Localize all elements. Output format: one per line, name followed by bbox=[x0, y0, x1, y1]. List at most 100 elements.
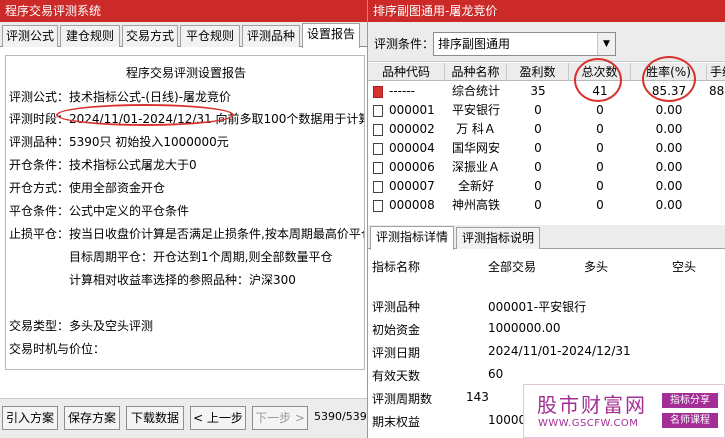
col-header-profit[interactable]: 盈利数 bbox=[507, 63, 569, 81]
cell-profit: 0 bbox=[534, 122, 542, 136]
watermark-url: WWW.GSCFW.COM bbox=[538, 418, 639, 429]
tab-formula[interactable]: 评测公式 bbox=[2, 25, 58, 47]
report-line-trade-type: 交易类型：多头及空头评测 bbox=[9, 319, 154, 333]
cell-profit: 0 bbox=[534, 141, 542, 155]
cell-code: 000002 bbox=[389, 122, 435, 136]
detail-header-name: 指标名称 bbox=[372, 260, 421, 274]
report-line-stop-loss: 止损平仓：按当日收盘价计算是否满足止损条件,按本周期最高价平仓 bbox=[9, 227, 365, 241]
detail-header-all: 全部交易 bbox=[488, 260, 537, 274]
document-icon bbox=[373, 124, 383, 136]
cell-name: 神州高铁 bbox=[451, 198, 500, 212]
settings-report-panel: 程序交易评测设置报告 评测公式：技术指标公式-(日线)-屠龙竞价 评测时段：20… bbox=[5, 55, 365, 370]
cell-name: 深振业Ａ bbox=[451, 160, 500, 174]
cell-profit: 0 bbox=[534, 160, 542, 174]
left-window-titlebar: 程序交易评测系统 bbox=[0, 0, 367, 22]
col-header-winrate[interactable]: 胜率(%) bbox=[631, 63, 707, 81]
cell-profit: 0 bbox=[534, 198, 542, 212]
condition-label: 评测条件： bbox=[374, 37, 435, 51]
detail-header-short: 空头 bbox=[672, 260, 697, 274]
next-step-button[interactable]: 下一步 > bbox=[252, 406, 308, 430]
report-line-period: 评测时段：2024/11/01-2024/12/31 向前多取100个数据用于计… bbox=[9, 112, 365, 126]
report-line-benchmark: 计算相对收益率选择的参照品种：沪深300 bbox=[69, 273, 296, 287]
detail-metric-name: 有效天数 bbox=[372, 369, 421, 383]
watermark-brand: 股市财富网 bbox=[537, 393, 647, 417]
detail-metric-name: 评测日期 bbox=[372, 346, 421, 360]
detail-metric-value: 143 bbox=[466, 390, 489, 404]
report-line-open-mode: 开仓方式：使用全部资金开仓 bbox=[9, 181, 166, 195]
document-icon bbox=[373, 143, 383, 155]
cell-total: 0 bbox=[596, 122, 604, 136]
cell-extra bbox=[707, 139, 725, 158]
cell-code: 000001 bbox=[389, 103, 435, 117]
watermark-tag-share: 指标分享 bbox=[662, 393, 718, 408]
right-window-titlebar: 排序副图通用-屠龙竞价 bbox=[368, 0, 725, 22]
col-header-code[interactable]: 品种代码 bbox=[368, 63, 445, 81]
document-icon bbox=[373, 200, 383, 212]
cell-extra bbox=[707, 120, 725, 139]
cell-total: 41 bbox=[592, 84, 608, 98]
report-line-open-condition: 开仓条件：技术指标公式屠龙大于0 bbox=[9, 158, 197, 172]
cell-name: 全新好 bbox=[457, 179, 494, 193]
tab-instruments[interactable]: 评测品种 bbox=[242, 25, 300, 47]
cell-rate: 0.00 bbox=[655, 198, 683, 212]
cell-profit: 35 bbox=[530, 84, 546, 98]
col-header-name[interactable]: 品种名称 bbox=[445, 63, 507, 81]
results-table-header: 品种代码 品种名称 盈利数 总次数 胜率(%) 手续 bbox=[368, 63, 725, 81]
cell-extra bbox=[707, 158, 725, 177]
settings-tabbar: 评测公式 建仓规则 交易方式 平仓规则 评测品种 设置报告 bbox=[0, 22, 367, 48]
cell-rate: 0.00 bbox=[655, 179, 683, 193]
download-data-button[interactable]: 下载数据 bbox=[126, 406, 184, 430]
prev-step-button[interactable]: < 上一步 bbox=[190, 406, 246, 430]
table-row[interactable]: ------ 综合统计 35 41 85.37 88 bbox=[368, 82, 725, 101]
cell-name: 国华网安 bbox=[451, 141, 500, 155]
cell-extra bbox=[707, 196, 725, 215]
col-header-fee[interactable]: 手续 bbox=[707, 63, 725, 81]
ranking-results-window: 排序副图通用-屠龙竞价 评测条件： 排序副图通用 ▼ 品种代码 品种名称 盈利数… bbox=[368, 0, 725, 438]
document-icon bbox=[373, 162, 383, 174]
tab-settings-report[interactable]: 设置报告 bbox=[302, 23, 360, 48]
condition-row: 评测条件： 排序副图通用 ▼ bbox=[368, 22, 725, 62]
document-icon bbox=[373, 105, 383, 117]
chevron-down-icon[interactable]: ▼ bbox=[597, 33, 615, 55]
cell-rate: 0.00 bbox=[655, 160, 683, 174]
cell-code: 000008 bbox=[389, 198, 435, 212]
detail-metric-value: 000001-平安银行 bbox=[488, 300, 587, 314]
results-table: 品种代码 品种名称 盈利数 总次数 胜率(%) 手续 ------ 综合统计 35 4… bbox=[368, 63, 725, 220]
cell-profit: 0 bbox=[534, 103, 542, 117]
detail-metric-value: 1000000.00 bbox=[488, 321, 561, 335]
cell-name: 万 科Ａ bbox=[456, 122, 496, 136]
detail-metric-value: 2024/11/01-2024/12/31 bbox=[488, 344, 631, 358]
detail-metric-value: 10000 bbox=[488, 413, 527, 427]
table-row[interactable]: 000004 国华网安 0 0 0.00 bbox=[368, 139, 725, 158]
detail-tabbar: 评测指标详情 评测指标说明 bbox=[368, 225, 725, 250]
cell-extra bbox=[707, 177, 725, 196]
cell-total: 0 bbox=[596, 179, 604, 193]
tab-metric-details[interactable]: 评测指标详情 bbox=[370, 226, 454, 250]
tab-close-rules[interactable]: 平仓规则 bbox=[180, 25, 240, 47]
cell-code: 000006 bbox=[389, 160, 435, 174]
table-row[interactable]: 000007 全新好 0 0 0.00 bbox=[368, 177, 725, 196]
save-plan-button[interactable]: 保存方案 bbox=[64, 406, 120, 430]
table-row[interactable]: 000001 平安银行 0 0 0.00 bbox=[368, 101, 725, 120]
col-header-total[interactable]: 总次数 bbox=[569, 63, 631, 81]
cell-total: 0 bbox=[596, 160, 604, 174]
tab-metric-notes[interactable]: 评测指标说明 bbox=[456, 227, 540, 249]
cell-profit: 0 bbox=[534, 179, 542, 193]
table-row[interactable]: 000006 深振业Ａ 0 0 0.00 bbox=[368, 158, 725, 177]
cell-code: ------ bbox=[389, 84, 415, 98]
report-line-trade-timing: 交易时机与价位： bbox=[9, 342, 106, 356]
table-row[interactable]: 000002 万 科Ａ 0 0 0.00 bbox=[368, 120, 725, 139]
detail-metric-name: 初始资金 bbox=[372, 323, 421, 337]
bottom-button-bar: 引入方案 保存方案 下载数据 < 上一步 下一步 > 5390/5390 bbox=[0, 398, 367, 438]
condition-select[interactable]: 排序副图通用 ▼ bbox=[433, 32, 616, 56]
cell-total: 0 bbox=[596, 103, 604, 117]
tab-trade-mode[interactable]: 交易方式 bbox=[122, 25, 178, 47]
report-line-formula: 评测公式：技术指标公式-(日线)-屠龙竞价 bbox=[9, 90, 232, 104]
import-plan-button[interactable]: 引入方案 bbox=[2, 406, 58, 430]
cell-name: 综合统计 bbox=[451, 84, 500, 98]
cell-rate: 0.00 bbox=[655, 122, 683, 136]
table-row[interactable]: 000008 神州高铁 0 0 0.00 bbox=[368, 196, 725, 215]
tab-open-rules[interactable]: 建仓规则 bbox=[60, 25, 120, 47]
detail-metric-value: 60 bbox=[488, 367, 504, 381]
document-icon bbox=[373, 181, 383, 193]
